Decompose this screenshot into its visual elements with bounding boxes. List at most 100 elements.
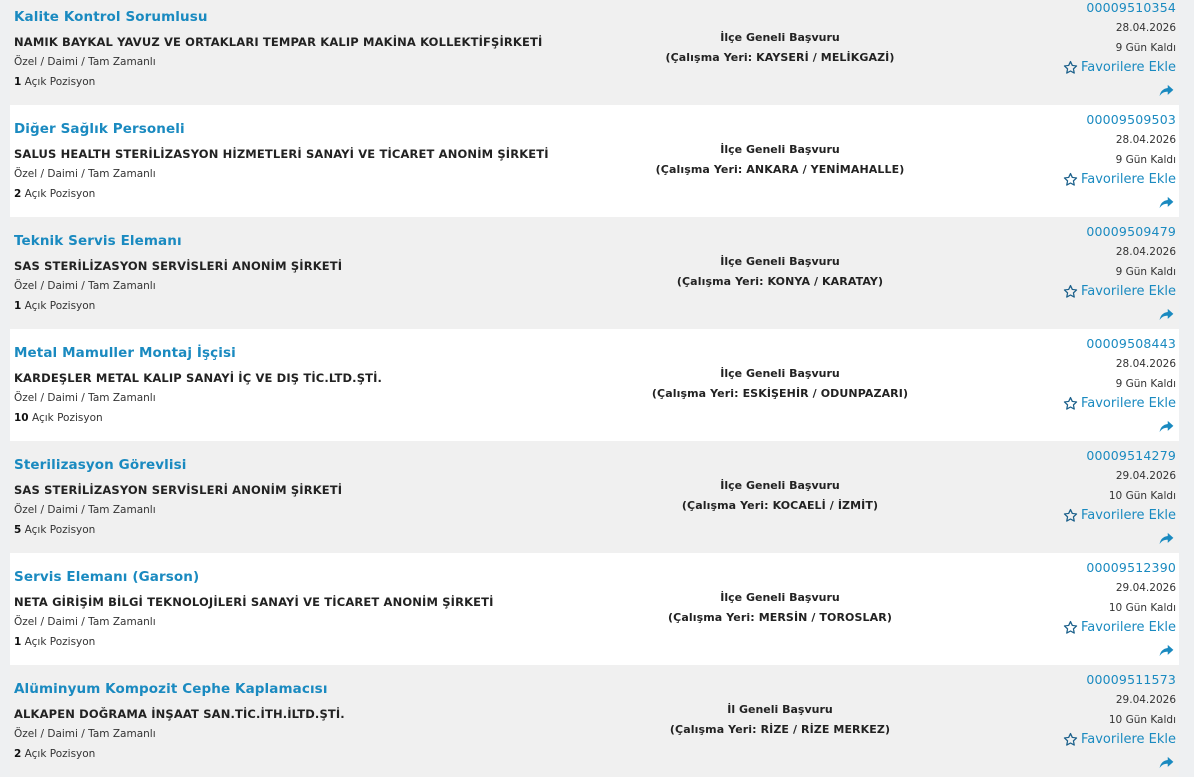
share-arrow-icon[interactable] bbox=[1159, 306, 1174, 325]
share-arrow-icon[interactable] bbox=[1159, 194, 1174, 213]
share-arrow-icon[interactable] bbox=[1159, 754, 1174, 773]
company-name: SAS STERİLİZASYON SERVİSLERİ ANONİM ŞİRK… bbox=[14, 259, 343, 273]
work-location: (Çalışma Yeri: KONYA / KARATAY) bbox=[676, 275, 884, 288]
position-count: 10 bbox=[14, 412, 29, 424]
star-outline-icon bbox=[1063, 508, 1078, 523]
job-title-link[interactable]: Sterilizasyon Görevlisi bbox=[14, 457, 186, 473]
listing-date: 28.04.2026 bbox=[1115, 246, 1176, 258]
listing-number-link[interactable]: 00009509503 bbox=[1086, 112, 1176, 127]
position-label: Açık Pozisyon bbox=[24, 524, 96, 536]
job-listing-row: Servis Elemanı (Garson) NETA GİRİŞİM BİL… bbox=[10, 553, 1179, 665]
days-remaining: 9 Gün Kaldı bbox=[1115, 42, 1176, 54]
days-remaining: 9 Gün Kaldı bbox=[1115, 378, 1176, 390]
employment-type: Özel / Daimi / Tam Zamanlı bbox=[14, 728, 156, 740]
work-location: (Çalışma Yeri: ESKİŞEHİR / ODUNPAZARI) bbox=[651, 387, 909, 400]
company-name: KARDEŞLER METAL KALIP SANAYİ İÇ VE DIŞ T… bbox=[14, 371, 383, 385]
position-label: Açık Pozisyon bbox=[24, 636, 96, 648]
add-to-favorites-label: Favorilere Ekle bbox=[1080, 732, 1176, 747]
listing-number-link[interactable]: 00009514279 bbox=[1086, 448, 1176, 463]
work-location: (Çalışma Yeri: MERSİN / TOROSLAR) bbox=[668, 611, 892, 624]
open-positions: 5 Açık Pozisyon bbox=[14, 524, 95, 536]
position-label: Açık Pozisyon bbox=[24, 748, 96, 760]
open-positions: 1 Açık Pozisyon bbox=[14, 300, 95, 312]
listing-number-link[interactable]: 00009509479 bbox=[1086, 224, 1176, 239]
listing-number-link[interactable]: 00009508443 bbox=[1086, 336, 1176, 351]
job-title-link[interactable]: Alüminyum Kompozit Cephe Kaplamacısı bbox=[14, 681, 328, 697]
open-positions: 10 Açık Pozisyon bbox=[14, 412, 103, 424]
days-remaining: 10 Gün Kaldı bbox=[1108, 490, 1176, 502]
open-positions: 2 Açık Pozisyon bbox=[14, 748, 95, 760]
company-name: NETA GİRİŞİM BİLGİ TEKNOLOJİLERİ SANAYİ … bbox=[14, 595, 494, 609]
share-arrow-icon[interactable] bbox=[1159, 82, 1174, 101]
position-label: Açık Pozisyon bbox=[24, 76, 96, 88]
star-outline-icon bbox=[1063, 396, 1078, 411]
work-location: (Çalışma Yeri: ANKARA / YENİMAHALLE) bbox=[655, 163, 905, 176]
star-outline-icon bbox=[1063, 172, 1078, 187]
open-positions: 1 Açık Pozisyon bbox=[14, 76, 95, 88]
listing-date: 28.04.2026 bbox=[1115, 358, 1176, 370]
star-outline-icon bbox=[1063, 284, 1078, 299]
employment-type: Özel / Daimi / Tam Zamanlı bbox=[14, 280, 156, 292]
add-to-favorites-label: Favorilere Ekle bbox=[1080, 396, 1176, 411]
add-to-favorites-button[interactable]: Favorilere Ekle bbox=[1063, 732, 1176, 747]
position-count: 5 bbox=[14, 524, 22, 536]
listing-date: 29.04.2026 bbox=[1115, 470, 1176, 482]
position-count: 1 bbox=[14, 300, 22, 312]
add-to-favorites-button[interactable]: Favorilere Ekle bbox=[1063, 172, 1176, 187]
job-listing-row: Teknik Servis Elemanı SAS STERİLİZASYON … bbox=[10, 217, 1179, 329]
application-scope: İlçe Geneli Başvuru bbox=[720, 367, 840, 380]
employment-type: Özel / Daimi / Tam Zamanlı bbox=[14, 504, 156, 516]
employment-type: Özel / Daimi / Tam Zamanlı bbox=[14, 168, 156, 180]
work-location: (Çalışma Yeri: KAYSERİ / MELİKGAZİ) bbox=[665, 51, 895, 64]
job-listing-row: Sterilizasyon Görevlisi SAS STERİLİZASYO… bbox=[10, 441, 1179, 553]
job-title-link[interactable]: Servis Elemanı (Garson) bbox=[14, 569, 199, 585]
days-remaining: 10 Gün Kaldı bbox=[1108, 602, 1176, 614]
application-scope: İlçe Geneli Başvuru bbox=[720, 479, 840, 492]
add-to-favorites-button[interactable]: Favorilere Ekle bbox=[1063, 508, 1176, 523]
days-remaining: 9 Gün Kaldı bbox=[1115, 266, 1176, 278]
listing-number-link[interactable]: 00009512390 bbox=[1086, 560, 1176, 575]
job-title-link[interactable]: Diğer Sağlık Personeli bbox=[14, 121, 185, 137]
job-title-link[interactable]: Kalite Kontrol Sorumlusu bbox=[14, 9, 208, 25]
employment-type: Özel / Daimi / Tam Zamanlı bbox=[14, 392, 156, 404]
job-title-link[interactable]: Metal Mamuller Montaj İşçisi bbox=[14, 345, 236, 361]
job-listing-row: Metal Mamuller Montaj İşçisi KARDEŞLER M… bbox=[10, 329, 1179, 441]
job-listing-row: Kalite Kontrol Sorumlusu NAMIK BAYKAL YA… bbox=[10, 0, 1179, 105]
listing-date: 29.04.2026 bbox=[1115, 694, 1176, 706]
application-scope: İlçe Geneli Başvuru bbox=[720, 143, 840, 156]
add-to-favorites-button[interactable]: Favorilere Ekle bbox=[1063, 284, 1176, 299]
company-name: ALKAPEN DOĞRAMA İNŞAAT SAN.TİC.İTH.İLTD.… bbox=[14, 707, 345, 721]
add-to-favorites-label: Favorilere Ekle bbox=[1080, 284, 1176, 299]
share-arrow-icon[interactable] bbox=[1159, 418, 1174, 437]
days-remaining: 9 Gün Kaldı bbox=[1115, 154, 1176, 166]
add-to-favorites-button[interactable]: Favorilere Ekle bbox=[1063, 396, 1176, 411]
star-outline-icon bbox=[1063, 60, 1078, 75]
application-scope: İlçe Geneli Başvuru bbox=[720, 31, 840, 44]
add-to-favorites-button[interactable]: Favorilere Ekle bbox=[1063, 60, 1176, 75]
listing-date: 29.04.2026 bbox=[1115, 582, 1176, 594]
job-title-link[interactable]: Teknik Servis Elemanı bbox=[14, 233, 182, 249]
job-listing-row: Diğer Sağlık Personeli SALUS HEALTH STER… bbox=[10, 105, 1179, 217]
add-to-favorites-button[interactable]: Favorilere Ekle bbox=[1063, 620, 1176, 635]
listing-number-link[interactable]: 00009510354 bbox=[1086, 0, 1176, 15]
share-arrow-icon[interactable] bbox=[1159, 642, 1174, 661]
listing-date: 28.04.2026 bbox=[1115, 22, 1176, 34]
listing-date: 28.04.2026 bbox=[1115, 134, 1176, 146]
open-positions: 1 Açık Pozisyon bbox=[14, 636, 95, 648]
work-location: (Çalışma Yeri: RİZE / RİZE MERKEZ) bbox=[669, 723, 891, 736]
position-label: Açık Pozisyon bbox=[31, 412, 103, 424]
position-count: 1 bbox=[14, 636, 22, 648]
application-scope: İlçe Geneli Başvuru bbox=[720, 255, 840, 268]
application-scope: İlçe Geneli Başvuru bbox=[720, 591, 840, 604]
add-to-favorites-label: Favorilere Ekle bbox=[1080, 620, 1176, 635]
star-outline-icon bbox=[1063, 620, 1078, 635]
employment-type: Özel / Daimi / Tam Zamanlı bbox=[14, 616, 156, 628]
job-listing-row: Alüminyum Kompozit Cephe Kaplamacısı ALK… bbox=[10, 665, 1179, 777]
listing-number-link[interactable]: 00009511573 bbox=[1086, 672, 1176, 687]
add-to-favorites-label: Favorilere Ekle bbox=[1080, 508, 1176, 523]
company-name: SAS STERİLİZASYON SERVİSLERİ ANONİM ŞİRK… bbox=[14, 483, 343, 497]
position-label: Açık Pozisyon bbox=[24, 300, 96, 312]
add-to-favorites-label: Favorilere Ekle bbox=[1080, 172, 1176, 187]
open-positions: 2 Açık Pozisyon bbox=[14, 188, 95, 200]
share-arrow-icon[interactable] bbox=[1159, 530, 1174, 549]
